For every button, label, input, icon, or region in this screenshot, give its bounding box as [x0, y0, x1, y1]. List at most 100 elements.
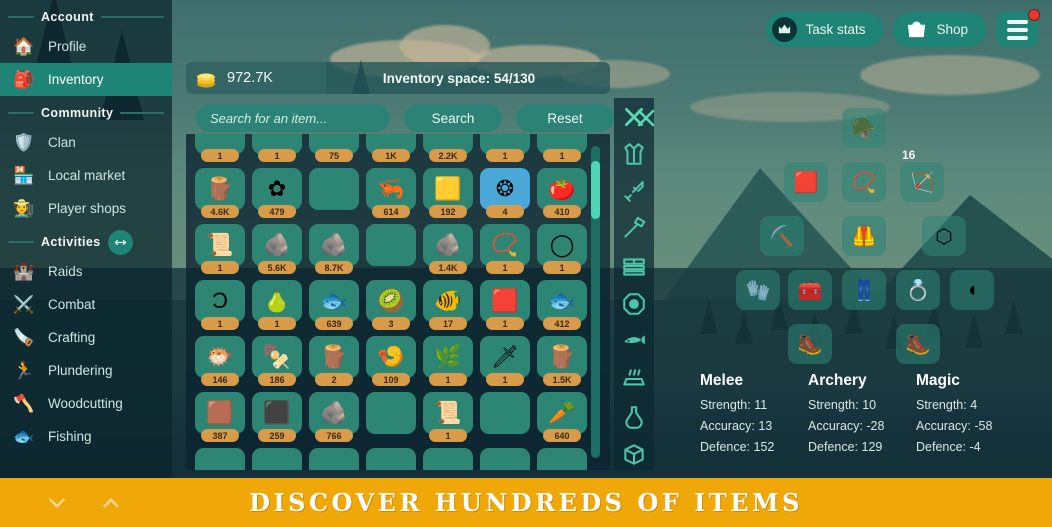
inventory-cell[interactable]: 🪨 8.7K: [309, 224, 359, 274]
inventory-item-icon[interactable]: 🍢: [252, 336, 302, 378]
inventory-cell[interactable]: 📜 1: [195, 224, 245, 274]
inventory-cell[interactable]: 🐟 639: [309, 280, 359, 330]
inventory-item-icon[interactable]: 🟥: [480, 280, 530, 322]
sidebar-item-raids[interactable]: 🏰 Raids: [0, 255, 172, 288]
inventory-item-icon[interactable]: ◯: [537, 224, 587, 266]
equipment-slot-tool-belt[interactable]: 🧰: [788, 270, 832, 310]
inventory-cell[interactable]: 🍐 1: [252, 280, 302, 330]
inventory-item-icon[interactable]: ✿: [252, 168, 302, 210]
inventory-cell[interactable]: 1: [252, 134, 302, 162]
inventory-item-icon[interactable]: 📜: [195, 224, 245, 266]
inventory-cell[interactable]: 🗡 1: [480, 336, 530, 386]
equipment-slot-boots-right[interactable]: 🥾: [896, 324, 940, 364]
inventory-cell[interactable]: 1: [195, 134, 245, 162]
sidebar-item-clan[interactable]: 🛡️ Clan: [0, 126, 172, 159]
inventory-cell[interactable]: 🥝 3: [366, 280, 416, 330]
inventory-cell[interactable]: 🪨 1.4K: [423, 224, 473, 274]
inventory-cell[interactable]: 📜 1: [423, 392, 473, 442]
equipment-slot-weapon[interactable]: ⛏️: [760, 216, 804, 256]
reset-button[interactable]: Reset: [516, 104, 614, 132]
inventory-item-icon[interactable]: 🪨: [252, 224, 302, 266]
inventory-item-icon[interactable]: 🥕: [537, 392, 587, 434]
equipment-slot-shield[interactable]: ⬡: [922, 216, 966, 256]
inventory-cell[interactable]: 1: [537, 134, 587, 162]
inventory-cell[interactable]: 🟨 192: [423, 168, 473, 218]
inventory-item-icon[interactable]: 🍤: [366, 336, 416, 378]
inventory-cell[interactable]: 🐠 17: [423, 280, 473, 330]
sidebar-item-plundering[interactable]: 🏃 Plundering: [0, 354, 172, 387]
inventory-cell[interactable]: ❂ 4: [480, 168, 530, 218]
inventory-scrollbar[interactable]: [591, 146, 600, 458]
inventory-cell[interactable]: 🟥 1: [480, 280, 530, 330]
inventory-cell[interactable]: 🪵 4.6K: [195, 168, 245, 218]
inventory-item-icon[interactable]: 🦐: [366, 168, 416, 210]
inventory-item-icon[interactable]: 🥝: [366, 280, 416, 322]
equipment-slot-gloves[interactable]: 🧤: [736, 270, 780, 310]
inventory-cell[interactable]: 🍅 410: [537, 168, 587, 218]
inventory-cell[interactable]: 🍤 109: [366, 336, 416, 386]
filter-armor[interactable]: [617, 139, 651, 171]
filter-fish[interactable]: [617, 326, 651, 358]
sidebar-item-player-shops[interactable]: 🧑‍🌾 Player shops: [0, 192, 172, 225]
inventory-item-icon[interactable]: 📜: [423, 392, 473, 434]
sidebar-item-woodcutting[interactable]: 🪓 Woodcutting: [0, 387, 172, 420]
search-button[interactable]: Search: [404, 104, 502, 132]
inventory-cell[interactable]: 📿 1: [480, 224, 530, 274]
inventory-cell[interactable]: ⬛ 259: [252, 392, 302, 442]
search-input[interactable]: [196, 104, 390, 132]
inventory-cell[interactable]: Ɔ1: [195, 280, 245, 330]
inventory-cell[interactable]: 🌿 1: [423, 336, 473, 386]
sidebar-item-profile[interactable]: 🏠 Profile: [0, 30, 172, 63]
filter-misc[interactable]: [617, 439, 651, 471]
sidebar-item-crafting[interactable]: 🪚 Crafting: [0, 321, 172, 354]
inventory-item-icon[interactable]: 🪵: [195, 168, 245, 210]
inventory-cell[interactable]: 1K: [366, 134, 416, 162]
equipment-slot-ammo[interactable]: 🏹 16: [900, 148, 944, 202]
equipment-slot-helmet[interactable]: 🪖: [842, 108, 886, 148]
inventory-scrollbar-thumb[interactable]: [591, 161, 600, 219]
inventory-item-icon[interactable]: ❂: [480, 168, 530, 210]
left-right-arrow-icon[interactable]: [107, 229, 133, 255]
shop-button[interactable]: Shop: [893, 12, 986, 47]
inventory-item-icon[interactable]: 🪵: [537, 336, 587, 378]
equipment-slot-legs[interactable]: 👖: [842, 270, 886, 310]
inventory-cell[interactable]: 2.2K: [423, 134, 473, 162]
filter-food[interactable]: [617, 364, 651, 396]
filter-potions[interactable]: [617, 401, 651, 433]
filter-resources[interactable]: [617, 251, 651, 283]
inventory-item-icon[interactable]: 🟨: [423, 168, 473, 210]
inventory-item-icon[interactable]: 🍅: [537, 168, 587, 210]
inventory-item-icon[interactable]: 🗡: [480, 336, 530, 378]
hamburger-menu-icon[interactable]: [996, 9, 1040, 47]
inventory-item-icon[interactable]: 🪵: [309, 336, 359, 378]
inventory-cell[interactable]: 🟫 387: [195, 392, 245, 442]
equipment-slot-body[interactable]: 🦺: [842, 216, 886, 256]
inventory-item-icon[interactable]: 🐟: [309, 280, 359, 322]
inventory-item-icon[interactable]: 🪨: [423, 224, 473, 266]
inventory-cell[interactable]: 🥕 640: [537, 392, 587, 442]
inventory-cell[interactable]: 🦐 614: [366, 168, 416, 218]
inventory-item-icon[interactable]: 🪨: [309, 224, 359, 266]
sidebar-item-inventory[interactable]: 🎒 Inventory: [0, 63, 172, 96]
inventory-cell[interactable]: ✿ 479: [252, 168, 302, 218]
inventory-cell[interactable]: 🪵 2: [309, 336, 359, 386]
equipment-slot-cape[interactable]: 🟥: [784, 162, 828, 202]
inventory-item-icon[interactable]: 🌿: [423, 336, 473, 378]
inventory-item-icon[interactable]: 🐡: [195, 336, 245, 378]
inventory-item-icon[interactable]: ⬛: [252, 392, 302, 434]
sidebar-item-fishing[interactable]: 🐟 Fishing: [0, 420, 172, 453]
task-stats-button[interactable]: Task stats: [766, 12, 884, 47]
equipment-slot-ring[interactable]: 💍: [896, 270, 940, 310]
inventory-cell[interactable]: 🪵 1.5K: [537, 336, 587, 386]
filter-weapons[interactable]: [617, 176, 651, 208]
inventory-item-icon[interactable]: 🪨: [309, 392, 359, 434]
inventory-cell[interactable]: 🪨 766: [309, 392, 359, 442]
inventory-cell[interactable]: 🐡 146: [195, 336, 245, 386]
sidebar-item-local-market[interactable]: 🏪 Local market: [0, 159, 172, 192]
filter-tools[interactable]: [617, 214, 651, 246]
inventory-cell[interactable]: 🍢 186: [252, 336, 302, 386]
inventory-cell[interactable]: 🐟 412: [537, 280, 587, 330]
equipment-slot-amulet[interactable]: 📿: [842, 162, 886, 202]
inventory-item-icon[interactable]: 📿: [480, 224, 530, 266]
inventory-cell[interactable]: 75: [309, 134, 359, 162]
